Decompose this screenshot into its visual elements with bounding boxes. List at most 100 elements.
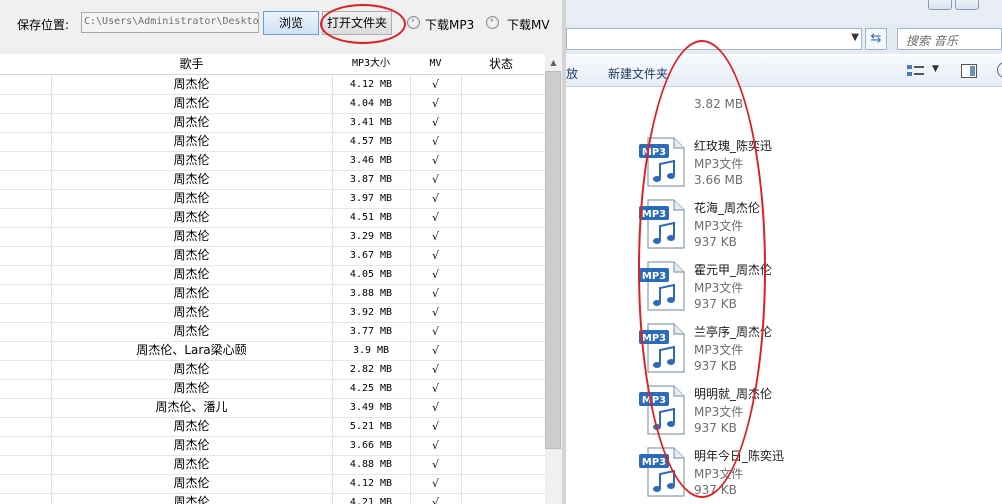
open-folder-button[interactable]: 打开文件夹 (322, 11, 392, 35)
file-item-partial[interactable]: 3.82 MB (638, 60, 838, 120)
table-row[interactable]: 周杰伦 4.04 MB √ (0, 94, 545, 114)
table-row[interactable]: 周杰伦 3.88 MB √ (0, 284, 545, 304)
table-row[interactable]: 周杰伦 3.77 MB √ (0, 322, 545, 342)
file-name: 花海_周杰伦 (694, 201, 761, 215)
table-row[interactable]: 周杰伦 3.92 MB √ (0, 303, 545, 323)
table-row[interactable]: 周杰伦 3.67 MB √ (0, 246, 545, 266)
table-row[interactable]: 周杰伦 3.97 MB √ (0, 189, 545, 209)
singer-cell: 周杰伦 (173, 210, 210, 224)
table-row[interactable]: 周杰伦 4.25 MB √ (0, 379, 545, 399)
table-row[interactable]: 周杰伦 3.41 MB √ (0, 113, 545, 133)
table-row[interactable]: 周杰伦 4.21 MB √ (0, 493, 545, 504)
svg-text:MP3: MP3 (642, 457, 666, 468)
size-cell: 3.67 MB (349, 250, 393, 261)
table-row[interactable]: 周杰伦、Lara梁心颐 3.9 MB √ (0, 341, 545, 361)
size-cell: 4.05 MB (349, 269, 393, 280)
save-location-label: 保存位置: (17, 18, 70, 32)
table-row[interactable]: 周杰伦 4.57 MB √ (0, 132, 545, 152)
table-row[interactable]: 周杰伦 4.12 MB √ (0, 474, 545, 494)
play-command[interactable]: 放 (566, 65, 578, 82)
mv-check-icon: √ (431, 192, 439, 205)
header-singer[interactable]: 歌手 (51, 54, 332, 74)
file-item[interactable]: MP3 兰亭序_周杰伦 MP3文件 937 KB (638, 322, 838, 382)
save-path-field[interactable]: C:\Users\Administrator\Desktop (81, 12, 259, 33)
mp3-file-icon: MP3 (639, 199, 685, 249)
minimize-button[interactable] (928, 0, 952, 10)
singer-cell: 周杰伦 (173, 172, 210, 186)
svg-text:MP3: MP3 (642, 209, 666, 220)
singer-cell: 周杰伦、潘儿 (155, 400, 228, 414)
table-row[interactable]: 周杰伦 4.12 MB √ (0, 75, 545, 95)
mv-check-icon: √ (431, 249, 439, 262)
maximize-button[interactable] (955, 0, 979, 10)
mv-check-icon: √ (431, 173, 439, 186)
mv-check-icon: √ (431, 401, 439, 414)
chevron-right-icon: › (490, 16, 494, 26)
file-type: MP3文件 (694, 281, 744, 295)
downloader-window: 保存位置: C:\Users\Administrator\Desktop 浏览 … (0, 0, 562, 504)
download-mv-radio[interactable]: › (486, 16, 499, 29)
svg-text:MP3: MP3 (642, 271, 666, 282)
mv-check-icon: √ (431, 363, 439, 376)
file-type: MP3文件 (694, 157, 744, 171)
table-row[interactable]: 周杰伦 3.46 MB √ (0, 151, 545, 171)
size-cell: 3.41 MB (349, 117, 393, 128)
chevron-down-icon[interactable]: ▼ (851, 32, 859, 43)
file-name: 明明就_周杰伦 (694, 387, 773, 401)
mv-check-icon: √ (431, 477, 439, 490)
mv-check-icon: √ (431, 306, 439, 319)
table-row[interactable]: 周杰伦 3.87 MB √ (0, 170, 545, 190)
file-name: 明年今日_陈奕迅 (694, 449, 785, 463)
file-item[interactable]: MP3 明明就_周杰伦 MP3文件 937 KB (638, 384, 838, 444)
browse-button[interactable]: 浏览 (263, 11, 319, 35)
size-cell: 4.04 MB (349, 98, 393, 109)
address-row: ▼ ⇆ 搜索 音乐 (566, 24, 1002, 54)
file-size: 937 KB (694, 483, 737, 497)
file-item[interactable]: MP3 明年今日_陈奕迅 MP3文件 937 KB (638, 446, 838, 504)
file-item[interactable]: MP3 花海_周杰伦 MP3文件 937 KB (638, 198, 838, 258)
scroll-up-icon[interactable]: ▲ (545, 54, 562, 71)
mv-check-icon: √ (431, 268, 439, 281)
table-row[interactable]: 周杰伦 2.82 MB √ (0, 360, 545, 380)
singer-cell: 周杰伦 (173, 305, 210, 319)
preview-pane-icon[interactable] (961, 64, 977, 78)
size-cell: 3.66 MB (349, 440, 393, 451)
download-mv-label[interactable]: 下载MV (507, 16, 550, 33)
view-options-icon[interactable] (907, 64, 925, 78)
size-cell: 4.25 MB (349, 383, 393, 394)
help-icon[interactable] (997, 62, 1002, 78)
size-cell: 4.21 MB (349, 497, 393, 504)
download-mp3-radio[interactable]: › (407, 16, 420, 29)
header-mv[interactable]: MV (410, 54, 461, 74)
table-row[interactable]: 周杰伦 5.21 MB √ (0, 417, 545, 437)
size-cell: 3.87 MB (349, 174, 393, 185)
mv-check-icon: √ (431, 458, 439, 471)
header-mp3-size[interactable]: MP3大小 (332, 54, 410, 74)
table-row[interactable]: 周杰伦 3.29 MB √ (0, 227, 545, 247)
file-size: 937 KB (694, 235, 737, 249)
table-row[interactable]: 周杰伦 3.66 MB √ (0, 436, 545, 456)
table-row[interactable]: 周杰伦 4.51 MB √ (0, 208, 545, 228)
chevron-down-icon[interactable]: ▼ (932, 64, 939, 74)
header-status[interactable]: 状态 (461, 54, 541, 74)
scrollbar-thumb[interactable] (545, 71, 561, 449)
file-item[interactable]: MP3 红玫瑰_陈奕迅 MP3文件 3.66 MB (638, 136, 838, 196)
explorer-window: ▼ ⇆ 搜索 音乐 放 新建文件夹 ▼ 3.82 MB MP3 红玫瑰_陈奕迅 MP… (566, 0, 1002, 504)
size-cell: 5.21 MB (349, 421, 393, 432)
file-item[interactable]: MP3 霍元甲_周杰伦 MP3文件 937 KB (638, 260, 838, 320)
download-mp3-label[interactable]: 下载MP3 (425, 16, 474, 33)
size-cell: 3.29 MB (349, 231, 393, 242)
table-row[interactable]: 周杰伦 4.05 MB √ (0, 265, 545, 285)
table-row[interactable]: 周杰伦 4.88 MB √ (0, 455, 545, 475)
file-size: 937 KB (694, 421, 737, 435)
refresh-icon[interactable]: ⇆ (865, 28, 887, 50)
table-row[interactable]: 周杰伦、潘儿 3.49 MB √ (0, 398, 545, 418)
singer-cell: 周杰伦 (173, 115, 210, 129)
vertical-scrollbar[interactable]: ▲ (545, 54, 562, 504)
address-bar[interactable]: ▼ (566, 28, 862, 50)
mv-check-icon: √ (431, 439, 439, 452)
search-input[interactable]: 搜索 音乐 (897, 28, 1002, 50)
mv-check-icon: √ (431, 97, 439, 110)
toolbar: 保存位置: C:\Users\Administrator\Desktop 浏览 … (0, 0, 562, 46)
table-header: 歌手 MP3大小 MV 状态 (0, 54, 545, 75)
